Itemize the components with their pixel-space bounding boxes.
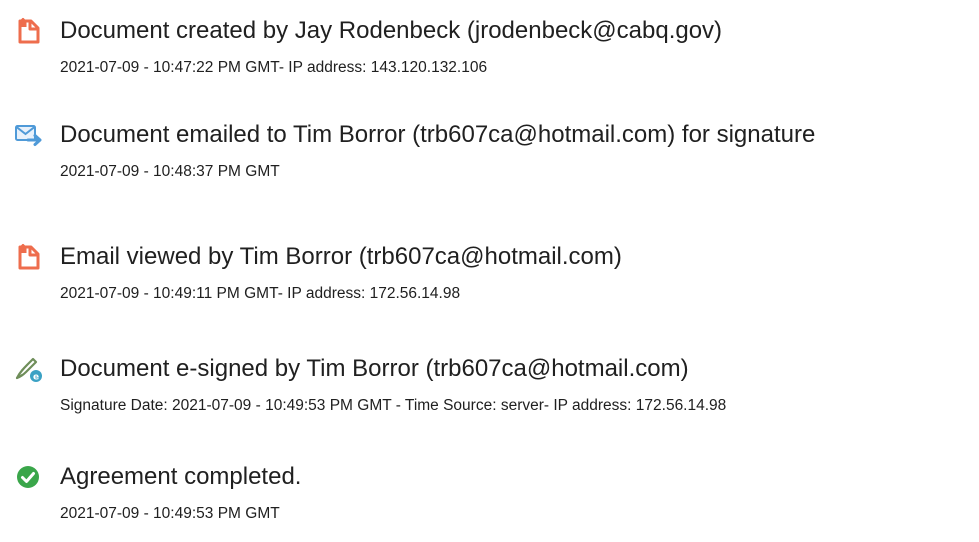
check-circle-icon bbox=[14, 462, 44, 492]
event-detail: 2021-07-09 - 10:49:11 PM GMT- IP address… bbox=[60, 285, 461, 302]
audit-event-viewed: Email viewed by Tim Borror (trb607ca@hot… bbox=[0, 242, 979, 322]
event-detail: 2021-07-09 - 10:48:37 PM GMT bbox=[60, 163, 280, 180]
email-sent-icon bbox=[14, 120, 44, 150]
event-detail: 2021-07-09 - 10:47:22 PM GMT- IP address… bbox=[60, 59, 488, 76]
event-title: Document created by Jay Rodenbeck (jrode… bbox=[60, 17, 723, 44]
document-icon bbox=[14, 16, 44, 46]
audit-event-esigned: e Document e-signed by Tim Borror (trb60… bbox=[0, 354, 979, 434]
audit-event-created: Document created by Jay Rodenbeck (jrode… bbox=[0, 16, 979, 96]
esign-pen-icon: e bbox=[14, 354, 44, 384]
audit-event-completed: Agreement completed. 2021-07-09 - 10:49:… bbox=[0, 462, 979, 542]
audit-event-emailed: Document emailed to Tim Borror (trb607ca… bbox=[0, 120, 979, 200]
event-detail: Signature Date: 2021-07-09 - 10:49:53 PM… bbox=[60, 397, 727, 414]
svg-text:e: e bbox=[33, 373, 39, 383]
event-detail: 2021-07-09 - 10:49:53 PM GMT bbox=[60, 505, 280, 522]
document-icon bbox=[14, 242, 44, 272]
event-title: Document emailed to Tim Borror (trb607ca… bbox=[60, 121, 816, 148]
event-title: Agreement completed. bbox=[60, 463, 302, 490]
event-title: Document e-signed by Tim Borror (trb607c… bbox=[60, 355, 689, 382]
event-title: Email viewed by Tim Borror (trb607ca@hot… bbox=[60, 243, 622, 270]
